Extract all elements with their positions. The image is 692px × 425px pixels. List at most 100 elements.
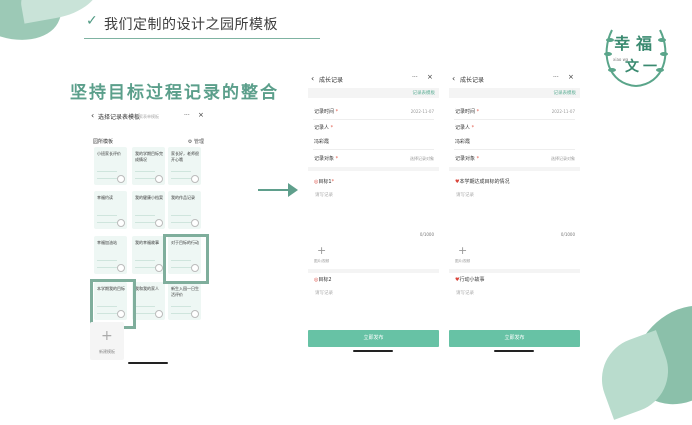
person-value[interactable]: 冯彩霞: [314, 138, 329, 145]
goal2-label: ◎目标2: [314, 276, 332, 283]
template-card-title: 我的幸福故事: [135, 240, 159, 245]
person-value[interactable]: 冯彩霞: [455, 138, 470, 145]
time-value[interactable]: 2022-11-07: [552, 109, 575, 114]
logo-small-text: xiao wa: [613, 57, 629, 62]
object-select[interactable]: 选择记录对象: [410, 156, 434, 162]
back-icon[interactable]: ‹: [311, 74, 314, 83]
q1-label-text: 本学期达成目标的情况: [459, 179, 510, 185]
goal1-label-text: 目标1: [318, 179, 332, 185]
required-mark: *: [471, 125, 475, 131]
time-label: 记录时间 *: [314, 108, 338, 115]
logo-char: 一: [643, 59, 657, 75]
template-link[interactable]: 记录表模板: [554, 90, 577, 96]
divider: [313, 119, 434, 120]
close-icon[interactable]: ×: [427, 73, 433, 81]
select-radio[interactable]: [155, 219, 163, 227]
goal1-textarea[interactable]: 请写记录: [315, 192, 333, 198]
add-media-label: 图片/视频: [314, 259, 330, 263]
char-count: 0/1000: [560, 232, 575, 237]
template-card-title: 新生入园一日生活评价: [171, 286, 199, 297]
template-card-title: 我的学期目标完成情况: [135, 151, 163, 162]
card-lines: [135, 171, 155, 179]
object-label-text: 记录对象: [455, 156, 476, 162]
back-icon[interactable]: ‹: [91, 111, 94, 120]
new-template-button[interactable]: + 新建模板: [90, 322, 124, 360]
template-card[interactable]: 家长好，老师很开心哦: [168, 147, 201, 185]
card-lines: [97, 215, 117, 223]
template-card[interactable]: 新生入园一日生活评价: [168, 282, 201, 320]
template-link[interactable]: 记录表模板: [413, 90, 436, 96]
template-card[interactable]: 我的健康小档案: [132, 191, 165, 229]
select-radio[interactable]: [155, 310, 163, 318]
goal2-textarea[interactable]: 请写记录: [315, 290, 333, 296]
plus-icon: +: [101, 328, 113, 344]
q1-textarea[interactable]: 请写记录: [456, 192, 474, 198]
object-select[interactable]: 选择记录对象: [551, 156, 575, 162]
select-radio[interactable]: [155, 264, 163, 272]
required-mark: *: [476, 156, 480, 162]
manage-button[interactable]: ⚙ 管理: [188, 138, 204, 145]
card-lines: [171, 171, 191, 179]
required-mark: *: [476, 109, 480, 115]
new-template-label: 新建模板: [99, 349, 115, 354]
divider: [454, 119, 575, 120]
person-label-text: 记录人: [455, 125, 471, 131]
plus-icon: +: [317, 244, 327, 257]
divider: [313, 149, 434, 150]
section-title: 园所模板: [93, 139, 114, 145]
template-card-title: 我的作品记录: [171, 195, 195, 200]
add-media-button[interactable]: + 图片/视频: [314, 244, 330, 264]
template-card[interactable]: 幸福约读: [94, 191, 127, 229]
section-separator: [449, 167, 580, 171]
required-mark: *: [335, 156, 339, 162]
template-card-title: 家长好，老师很开心哦: [171, 151, 199, 162]
arrow-right-icon: [258, 189, 292, 191]
highlight-box: [163, 234, 209, 284]
back-icon[interactable]: ‹: [452, 74, 455, 83]
template-card-title: 我和我的家人: [135, 286, 159, 291]
required-mark: *: [331, 179, 335, 185]
object-label: 记录对象 *: [314, 155, 338, 162]
submit-button[interactable]: 立即发布: [308, 330, 439, 347]
header-underline: [84, 38, 320, 39]
select-radio[interactable]: [155, 175, 163, 183]
template-card[interactable]: 幸福加油站: [94, 236, 127, 274]
template-card[interactable]: 我和我的家人: [132, 282, 165, 320]
logo-char: 福: [636, 34, 653, 53]
select-radio[interactable]: [191, 219, 199, 227]
template-card[interactable]: 小班家长评价: [94, 147, 127, 185]
close-icon[interactable]: ×: [568, 73, 574, 81]
template-card[interactable]: 我的幸福故事: [132, 236, 165, 274]
select-radio[interactable]: [117, 264, 125, 272]
growth-record-form-story: ‹ 成长记录 ··· × 记录表模板 记录时间 * 2022-11-07 记录人…: [449, 70, 580, 355]
section-separator: [308, 167, 439, 171]
goal2-label-text: 目标2: [318, 277, 332, 283]
goal1-label: ◎目标1*: [314, 178, 334, 185]
q2-textarea[interactable]: 请写记录: [456, 290, 474, 296]
section-separator: [449, 269, 580, 273]
time-value[interactable]: 2022-11-07: [411, 109, 434, 114]
template-card[interactable]: 我的作品记录: [168, 191, 201, 229]
divider: [454, 149, 575, 150]
select-radio[interactable]: [191, 310, 199, 318]
time-label-text: 记录时间: [314, 109, 335, 115]
card-lines: [135, 215, 155, 223]
more-icon[interactable]: ···: [412, 74, 418, 81]
template-card-title: 我的健康小档案: [135, 195, 163, 200]
add-media-button[interactable]: + 图片/视频: [455, 244, 471, 264]
more-icon[interactable]: ···: [184, 112, 190, 119]
close-icon[interactable]: ×: [198, 111, 204, 119]
select-radio[interactable]: [117, 219, 125, 227]
more-icon[interactable]: ···: [553, 74, 559, 81]
person-label: 记录人 *: [314, 124, 333, 131]
home-indicator: [128, 362, 168, 364]
select-radio[interactable]: [117, 175, 125, 183]
template-card[interactable]: 我的学期目标完成情况: [132, 147, 165, 185]
required-mark: *: [330, 125, 334, 131]
select-radio[interactable]: [191, 175, 199, 183]
object-label-text: 记录对象: [314, 156, 335, 162]
search-input[interactable]: 搜索表单模板: [135, 114, 159, 120]
required-mark: *: [335, 109, 339, 115]
home-indicator: [353, 350, 393, 352]
submit-button[interactable]: 立即发布: [449, 330, 580, 347]
